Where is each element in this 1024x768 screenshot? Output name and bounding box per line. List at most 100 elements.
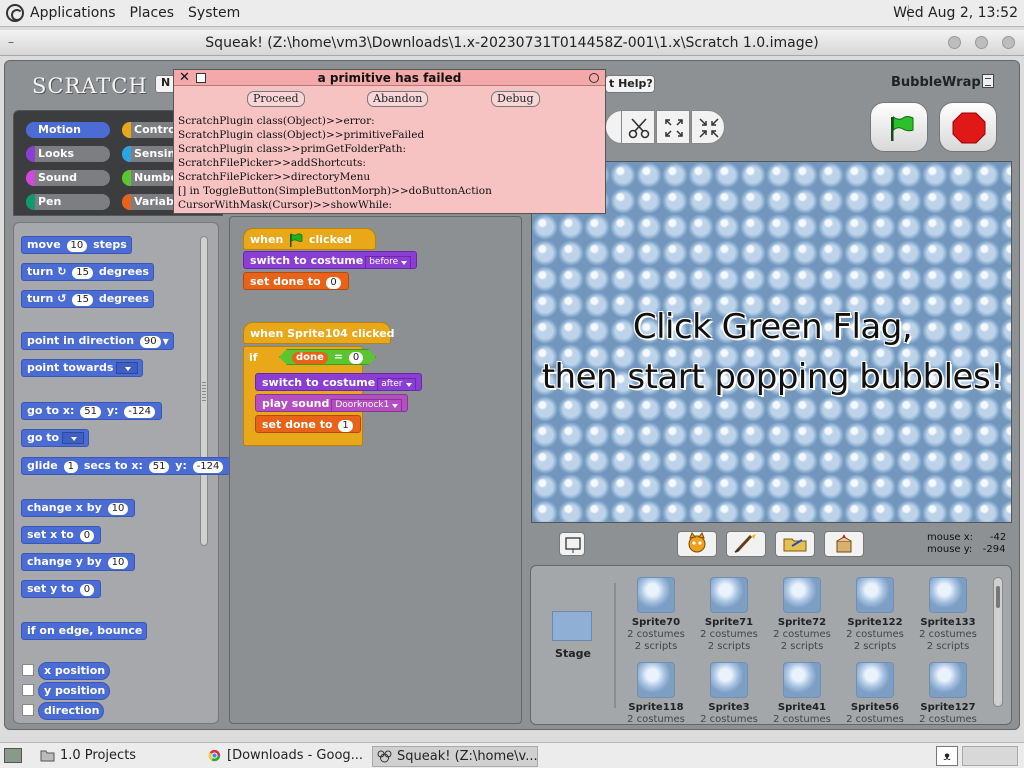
chevron-down-icon[interactable]: ▼ — [163, 337, 169, 346]
category-pen[interactable]: Pen — [26, 194, 110, 210]
sprite-thumbnail[interactable]: Sprite71 2 costumes 2 scripts — [694, 577, 764, 653]
point-towards-block[interactable]: point towards — [21, 359, 144, 377]
when-flag-clicked-hat[interactable]: when clicked — [243, 228, 376, 250]
set-variable-block[interactable]: set done to 0 — [243, 272, 349, 290]
point-in-direction-block[interactable]: point in direction 90 ▼ — [21, 332, 174, 350]
block-arg[interactable]: 0 — [79, 584, 95, 596]
bounce-block[interactable]: if on edge, bounce — [21, 622, 148, 640]
cut-tool-button[interactable] — [621, 110, 655, 144]
stack-frame[interactable]: [] in ToggleButton(SimpleButtonMorph)>>d… — [178, 184, 492, 198]
x-position-reporter[interactable]: x position — [38, 662, 111, 680]
debug-button[interactable]: Debug — [491, 91, 540, 107]
block-arg[interactable]: 0 — [349, 352, 363, 364]
menu-applications[interactable]: Applications — [30, 5, 116, 21]
block-arg[interactable]: 1 — [338, 420, 353, 432]
block-arg[interactable]: 15 — [72, 294, 93, 306]
scripts-area[interactable] — [229, 216, 522, 724]
window-titlebar[interactable]: – Squeak! (Z:\home\vm3\Downloads\1.x-202… — [0, 30, 1024, 56]
block-arg[interactable]: 15 — [72, 267, 93, 279]
block-arg[interactable]: 51 — [80, 406, 101, 418]
workspace-indicator[interactable] — [962, 746, 1018, 766]
show-desktop-icon[interactable] — [4, 748, 22, 763]
move-steps-block[interactable]: move 10 steps — [21, 236, 132, 254]
shrink-tool-button[interactable] — [691, 110, 725, 144]
green-flag-button[interactable] — [870, 102, 928, 152]
dialog-menu-icon[interactable] — [196, 73, 206, 83]
block-arg[interactable]: 51 — [148, 461, 170, 473]
sprite-thumbnail[interactable]: Sprite41 2 costumes — [767, 662, 837, 726]
sprite-thumbnail[interactable]: Sprite127 2 costumes — [913, 662, 983, 726]
category-motion[interactable]: Motion — [26, 122, 110, 138]
stage-thumbnail[interactable] — [552, 611, 592, 641]
when-sprite-clicked-hat[interactable]: when Sprite104 clicked — [243, 322, 395, 344]
done-variable-reporter[interactable]: done — [292, 352, 328, 364]
block-arg[interactable]: 0 — [326, 277, 341, 289]
corral-scrollbar[interactable] — [993, 577, 1003, 707]
switch-costume-block[interactable]: switch to costume before — [243, 251, 418, 269]
stack-frame[interactable]: ScratchFilePicker>>directoryMenu — [178, 170, 492, 184]
block-arg[interactable]: 0 — [79, 530, 95, 542]
turn-cw-block[interactable]: turn ↻ 15 degrees — [21, 263, 154, 281]
go-to-xy-block[interactable]: go to x: 51 y: -124 — [21, 402, 162, 420]
block-arg[interactable]: -124 — [192, 461, 224, 473]
paint-new-sprite-button[interactable] — [726, 531, 766, 557]
new-sprite-cat-button[interactable] — [677, 531, 717, 557]
abandon-button[interactable]: Abandon — [367, 91, 429, 107]
category-sound[interactable]: Sound — [26, 170, 110, 186]
close-icon[interactable]: ✕ — [179, 71, 191, 84]
dialog-title[interactable]: a primitive has failed — [174, 70, 605, 86]
sprite-thumbnail[interactable]: Sprite56 2 costumes — [840, 662, 910, 726]
change-x-block[interactable]: change x by 10 — [21, 499, 136, 517]
sprite-thumbnail[interactable]: Sprite133 2 costumes 2 scripts — [913, 577, 983, 653]
maximize-button[interactable] — [975, 36, 988, 49]
menu-places[interactable]: Places — [130, 5, 175, 21]
stop-button[interactable] — [939, 102, 997, 152]
grow-tool-button[interactable] — [656, 110, 690, 144]
taskbar-item-chrome[interactable]: [Downloads - Goog... — [203, 746, 369, 767]
sprite-thumbnail[interactable]: Sprite70 2 costumes 2 scripts — [621, 577, 691, 653]
scrollbar-grip[interactable] — [202, 382, 206, 402]
scrollbar-grip[interactable] — [996, 586, 1000, 608]
glide-block[interactable]: glide 1 secs to x: 51 y: -124 — [21, 457, 231, 475]
presentation-mode-button[interactable] — [559, 532, 585, 556]
change-y-block[interactable]: change y by 10 — [21, 553, 136, 571]
x-position-checkbox[interactable] — [22, 664, 34, 676]
block-arg[interactable]: -124 — [124, 406, 155, 418]
block-arg[interactable]: 10 — [66, 240, 88, 252]
sprite-thumbnail[interactable]: Sprite118 2 costumes — [621, 662, 691, 726]
block-arg[interactable]: 10 — [107, 557, 129, 569]
stage[interactable]: Click Green Flag, then start popping bub… — [531, 161, 1012, 523]
play-sound-block[interactable]: play sound Doorknock1 — [255, 394, 409, 412]
sprite-thumbnail[interactable]: Sprite122 2 costumes 2 scripts — [840, 577, 910, 653]
sprite-thumbnail[interactable]: Sprite3 2 costumes — [694, 662, 764, 726]
menu-system[interactable]: System — [188, 5, 240, 21]
workspace-switcher-icon[interactable]: ᴥ — [936, 746, 958, 766]
y-position-checkbox[interactable] — [22, 684, 34, 696]
turn-ccw-block[interactable]: turn ↺ 15 degrees — [21, 290, 154, 308]
collapse-icon[interactable] — [589, 73, 599, 83]
direction-checkbox[interactable] — [22, 704, 34, 716]
direction-reporter[interactable]: direction — [38, 702, 105, 720]
close-window-button[interactable] — [1002, 36, 1015, 49]
set-x-block[interactable]: set x to 0 — [21, 526, 102, 544]
sprite-thumbnail[interactable]: Sprite72 2 costumes 2 scripts — [767, 577, 837, 653]
stack-frame[interactable]: ScratchFilePicker>>addShortcuts: — [178, 156, 492, 170]
set-variable-block[interactable]: set done to 1 — [255, 415, 361, 433]
costume-dropdown[interactable]: after — [377, 378, 416, 391]
taskbar-item-projects[interactable]: 1.0 Projects — [36, 746, 196, 767]
distro-logo-icon[interactable] — [6, 4, 24, 22]
block-arg[interactable]: 10 — [107, 503, 129, 515]
help-button[interactable]: t Help? — [605, 75, 655, 93]
set-y-block[interactable]: set y to 0 — [21, 580, 102, 598]
condition-equals[interactable]: done = 0 — [279, 349, 376, 365]
stack-frame[interactable]: ScratchPlugin class(Object)>>error: — [178, 114, 492, 128]
random-sprite-button[interactable] — [824, 531, 864, 557]
clock[interactable]: Wed Aug 2, 13:52 — [893, 5, 1018, 21]
sprite-dropdown[interactable] — [116, 362, 139, 374]
sprite-dropdown[interactable] — [62, 432, 85, 444]
stack-frame[interactable]: ScratchPlugin class(Object)>>primitiveFa… — [178, 128, 492, 142]
block-arg[interactable]: 90 — [139, 336, 161, 348]
sound-dropdown[interactable]: Doorknock1 — [331, 399, 403, 412]
palette-scrollbar[interactable] — [200, 236, 208, 546]
choose-sprite-file-button[interactable] — [775, 531, 815, 557]
